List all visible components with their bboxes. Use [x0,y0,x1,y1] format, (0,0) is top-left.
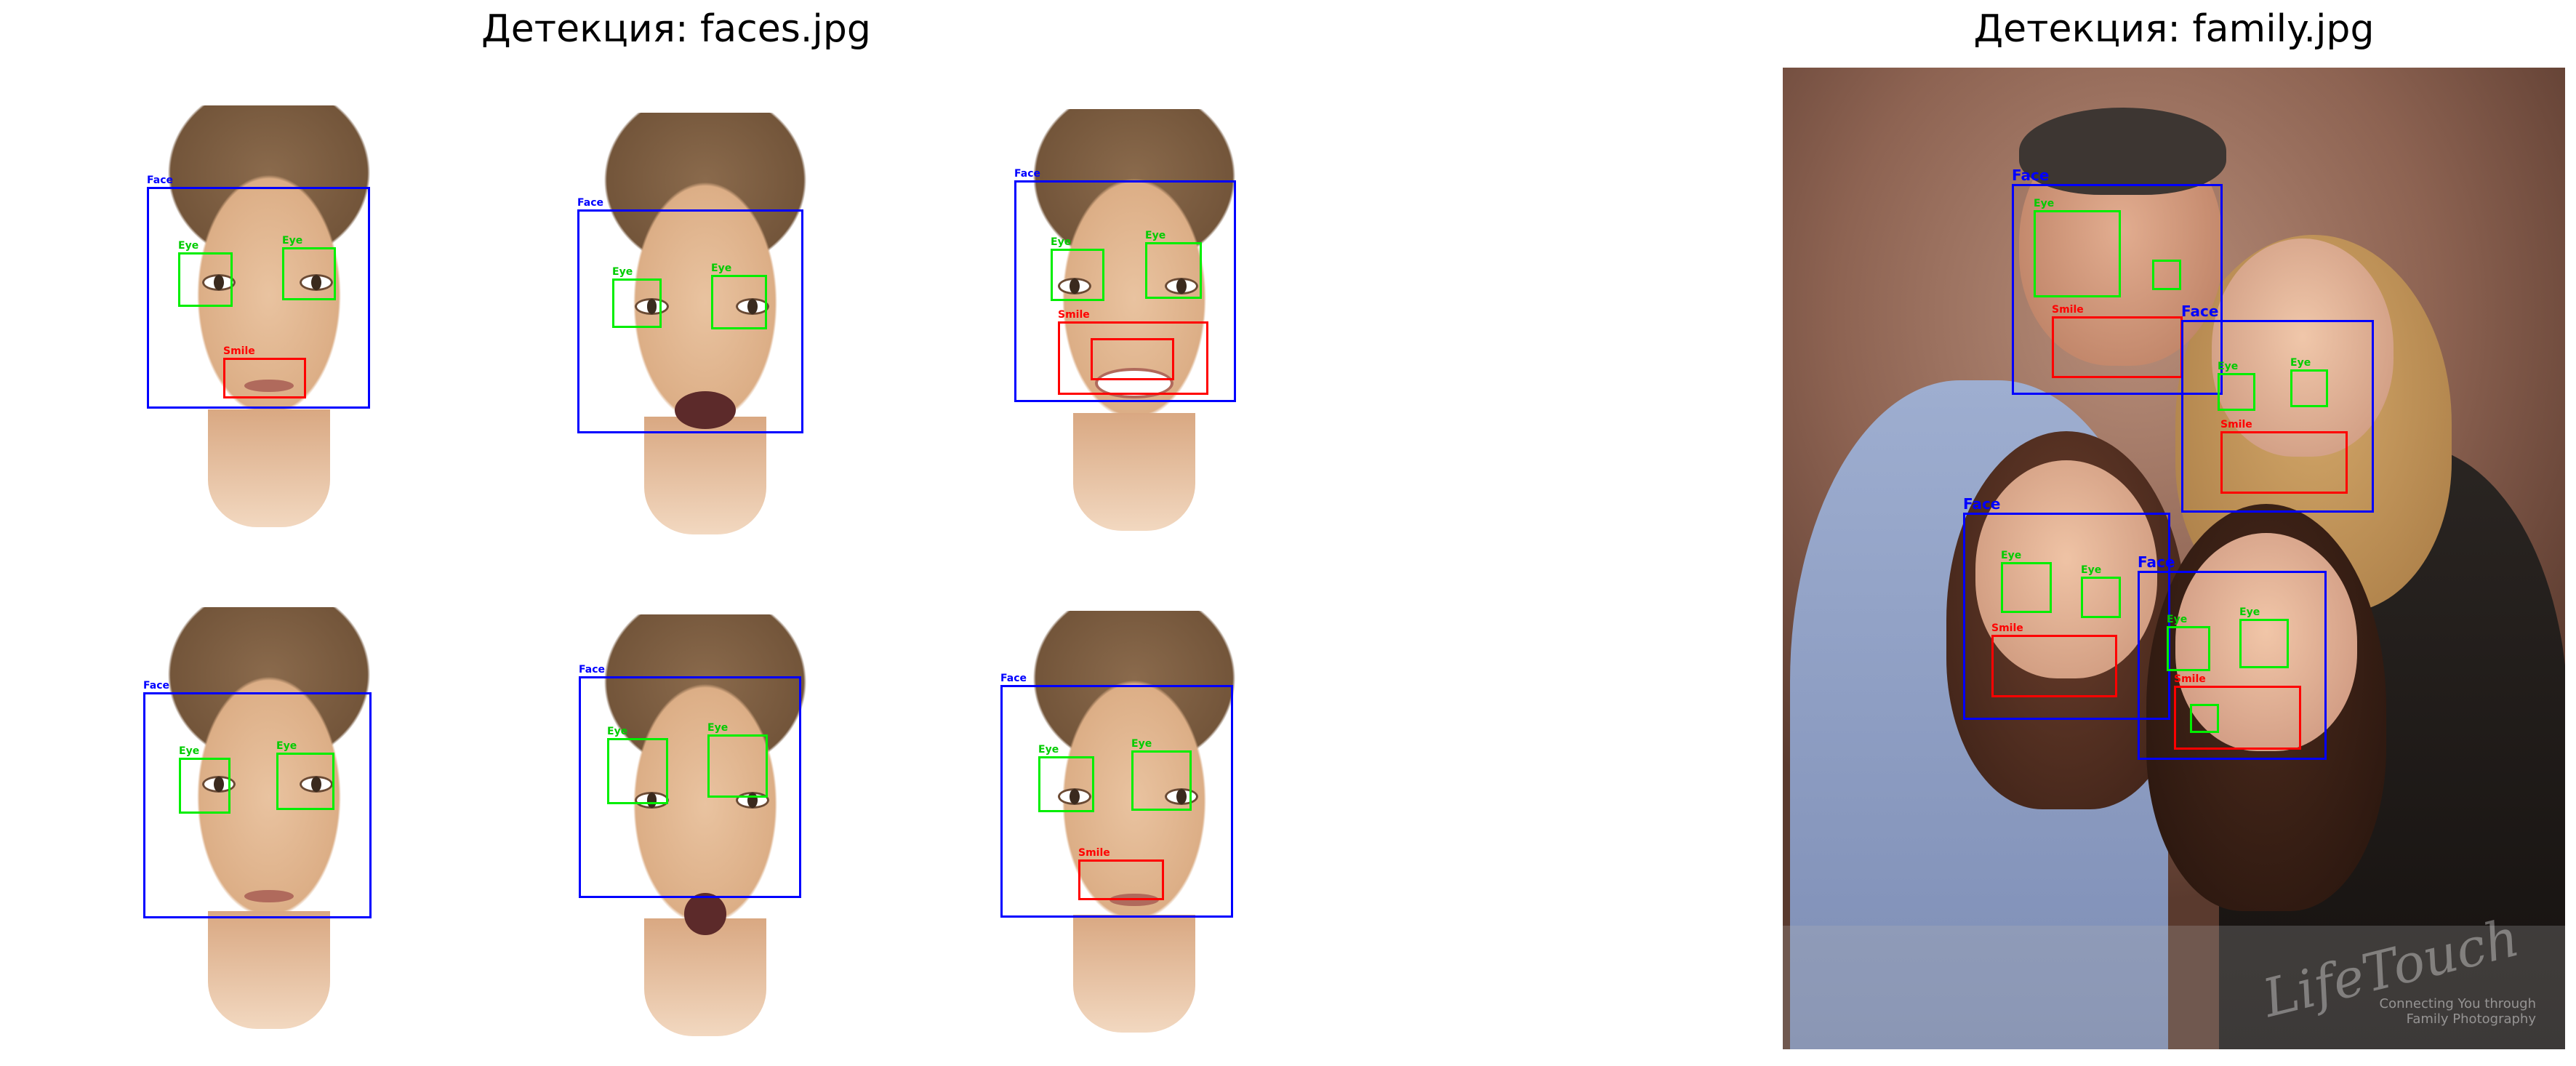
smile-label: Smile [1078,847,1110,859]
eye-label: Eye [282,235,303,247]
face-label: Face [2012,167,2050,184]
eye-label: Eye [2218,361,2239,372]
face-label: Face [147,175,173,186]
eye-label: Eye [2034,198,2055,209]
eye-label: Eye [1131,738,1152,750]
eye-detection-box [178,252,233,307]
eye-detection-box [607,738,668,804]
eye-detection-box [711,275,767,329]
smile-detection-box [1091,338,1174,380]
face-label: Face [1014,168,1040,180]
face-label: Face [577,197,603,209]
face-label: Face [1000,673,1027,684]
eye-detection-box [2152,260,2181,290]
eye-label: Eye [276,740,297,752]
eye-detection-box [612,278,662,328]
eye-label: Eye [179,745,200,757]
face-detection-box [143,692,372,918]
face-label: Face [1963,495,2001,513]
eye-detection-box [1145,242,1202,299]
eye-label: Eye [707,722,729,734]
eye-detection-box [1038,756,1094,812]
eye-detection-box [2001,562,2052,613]
eye-detection-box [1051,249,1104,301]
smile-detection-box [223,358,306,398]
father-hair [2019,108,2226,195]
eye-label: Eye [2001,550,2022,561]
smile-label: Smile [1991,622,2023,634]
family-photo: Face Eye Smile Face Eye Eye Smile Face E… [1783,68,2565,1049]
eye-label: Eye [178,240,199,252]
face-label: Face [579,664,605,676]
eye-label: Eye [1145,230,1166,241]
faces-image-panel: Face Eye Eye Smile Face Eye Eye Face Eye… [102,102,1287,1047]
eye-detection-box [282,247,336,300]
face-label: Face [143,680,169,692]
studio-tagline: Connecting You through Family Photograph… [2380,996,2536,1027]
right-plot-title: Детекция: family.jpg [1973,7,2375,51]
eye-label: Eye [612,266,633,278]
eye-detection-box [2239,619,2289,668]
eye-detection-box [2081,577,2121,618]
tagline-line-2: Family Photography [2406,1011,2536,1027]
eye-detection-box [276,753,334,810]
eye-label: Eye [607,726,628,737]
face-label: Face [2138,553,2175,571]
eye-label: Eye [1038,744,1059,756]
eye-detection-box [2034,210,2121,297]
smile-detection-box [1991,635,2117,697]
tagline-line-1: Connecting You through [2379,995,2536,1011]
face-label: Face [2181,302,2219,320]
smile-detection-box [2220,431,2348,494]
eye-detection-box [179,758,230,814]
eye-label: Eye [2290,357,2311,369]
eye-detection-box [707,734,768,798]
eye-detection-box [2167,626,2210,671]
eye-label: Eye [2167,614,2188,625]
smile-label: Smile [2052,304,2084,316]
eye-label: Eye [2239,606,2260,618]
smile-label: Smile [2174,673,2206,685]
eye-detection-box [2218,373,2255,411]
eye-label: Eye [2081,564,2102,576]
smile-detection-box [2052,316,2183,378]
left-plot-title: Детекция: faces.jpg [481,7,871,51]
eye-label: Eye [711,263,732,274]
eye-label: Eye [1051,236,1072,248]
eye-detection-box [1131,750,1192,811]
smile-label: Smile [223,345,255,357]
eye-detection-box [2290,369,2328,407]
face-detection-box [577,209,803,433]
smile-label: Smile [1058,309,1090,321]
eye-detection-box [2190,704,2219,733]
smile-detection-box [1078,859,1164,900]
smile-label: Smile [2220,419,2252,430]
